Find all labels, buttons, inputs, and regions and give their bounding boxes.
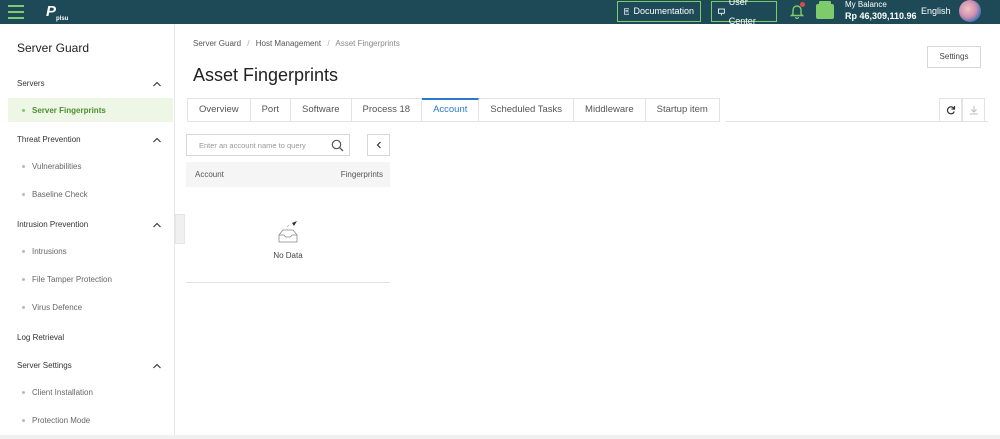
sidebar-item-log-retrieval[interactable]: Log Retrieval (17, 333, 64, 342)
sidebar-item-client-installation[interactable]: Client Installation (22, 388, 93, 397)
tab-software[interactable]: Software (291, 98, 352, 122)
column-fingerprints: Fingerprints (340, 170, 383, 179)
settings-button[interactable]: Settings (927, 46, 981, 68)
table-bottom-border (186, 282, 390, 283)
search-placeholder: Enter an account name to query (199, 141, 306, 150)
download-button[interactable] (962, 98, 985, 122)
tab-port[interactable]: Port (250, 98, 292, 122)
breadcrumb: Server Guard / Host Management / Asset F… (193, 39, 400, 48)
page-title: Asset Fingerprints (193, 65, 339, 85)
sidebar-group-threat-prevention[interactable]: Threat Prevention (17, 135, 81, 144)
sidebar-group-servers[interactable]: Servers (17, 79, 45, 88)
empty-state-text: No Data (273, 251, 303, 260)
balance-display[interactable]: My Balance Rp 46,309,110.96 (845, 0, 917, 21)
wallet-icon[interactable] (816, 1, 834, 19)
sidebar-item-label: Server Fingerprints (22, 106, 106, 115)
monitor-icon (718, 8, 725, 15)
sidebar-group-intrusion-prevention[interactable]: Intrusion Prevention (17, 220, 88, 229)
main-content: Server Guard / Host Management / Asset F… (176, 24, 1000, 435)
table-header: Account Fingerprints (186, 162, 390, 187)
documentation-label: Documentation (633, 6, 694, 16)
refresh-icon (946, 106, 955, 115)
breadcrumb-separator: / (327, 39, 330, 48)
breadcrumb-current: Asset Fingerprints (335, 39, 400, 48)
tab-account[interactable]: Account (422, 98, 480, 122)
sidebar-item-virus-defence[interactable]: Virus Defence (22, 303, 82, 312)
sidebar-item-server-fingerprints[interactable]: Server Fingerprints (8, 98, 173, 122)
logo-letter: P (46, 3, 57, 20)
balance-label: My Balance (845, 0, 887, 9)
chevron-up-icon[interactable] (152, 361, 162, 371)
notification-dot (800, 2, 805, 7)
tab-bar: Overview Port Software Process 18 Accoun… (187, 98, 720, 122)
user-center-button[interactable]: User Center (711, 0, 777, 26)
sidebar-item-vulnerabilities[interactable]: Vulnerabilities (22, 162, 82, 171)
tab-overview[interactable]: Overview (187, 98, 251, 122)
breadcrumb-server-guard[interactable]: Server Guard (193, 39, 241, 48)
notification-bell-icon[interactable] (789, 2, 805, 20)
tab-startup-item[interactable]: Startup item (645, 98, 720, 122)
hamburger-menu-icon[interactable] (8, 5, 24, 19)
collapse-panel-button[interactable] (367, 134, 390, 156)
sidebar-item-baseline-check[interactable]: Baseline Check (22, 190, 88, 199)
chevron-left-icon (376, 141, 381, 149)
tab-scheduled-tasks[interactable]: Scheduled Tasks (479, 98, 575, 122)
column-account: Account (195, 170, 224, 179)
refresh-button[interactable] (939, 98, 962, 122)
download-icon (969, 106, 978, 115)
tab-process[interactable]: Process 18 (351, 98, 423, 122)
user-avatar[interactable] (959, 0, 981, 22)
sidebar-item-protection-mode[interactable]: Protection Mode (22, 416, 90, 425)
chevron-up-icon[interactable] (152, 135, 162, 145)
sidebar: Server Guard Servers Server Fingerprints… (0, 24, 175, 439)
language-selector[interactable]: English (921, 6, 951, 16)
horizontal-scrollbar[interactable] (0, 435, 1000, 439)
document-icon (624, 8, 630, 15)
chevron-up-icon[interactable] (152, 220, 162, 230)
chevron-up-icon[interactable] (152, 79, 162, 89)
breadcrumb-separator: / (247, 39, 250, 48)
sidebar-title: Server Guard (17, 41, 90, 55)
empty-inbox-icon (278, 221, 298, 243)
balance-amount: Rp 46,309,110.96 (845, 11, 917, 21)
breadcrumb-host-management[interactable]: Host Management (256, 39, 321, 48)
sidebar-group-server-settings[interactable]: Server Settings (17, 361, 72, 370)
brand-logo[interactable]: P plsu (46, 2, 70, 22)
top-navigation-bar: P plsu Documentation User Center My Bala… (0, 0, 1000, 26)
tab-middleware[interactable]: Middleware (574, 98, 646, 122)
sidebar-item-file-tamper-protection[interactable]: File Tamper Protection (22, 275, 112, 284)
search-icon[interactable] (331, 139, 344, 152)
account-search-input[interactable]: Enter an account name to query (186, 134, 350, 156)
documentation-button[interactable]: Documentation (617, 1, 701, 22)
sidebar-item-intrusions[interactable]: Intrusions (22, 247, 67, 256)
